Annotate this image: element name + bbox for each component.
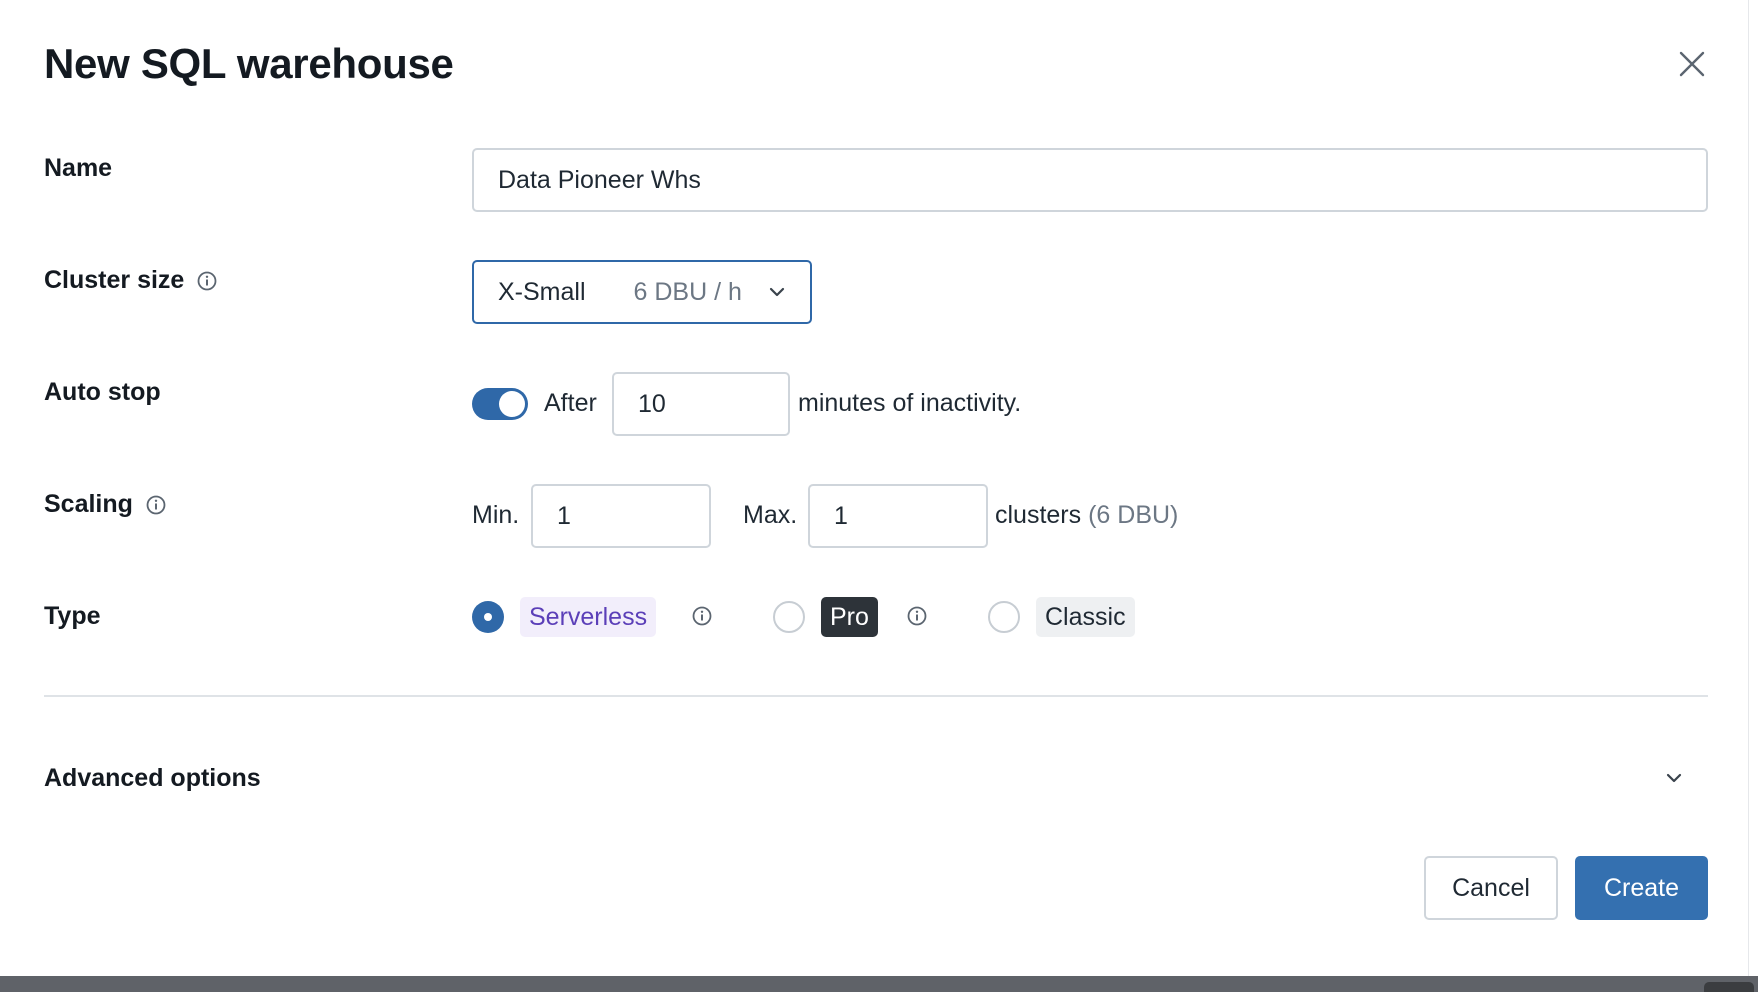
type-label-text: Type [44, 602, 101, 630]
toggle-knob [499, 391, 525, 417]
new-sql-warehouse-dialog: New SQL warehouse Name Cluster size X-Sm… [0, 0, 1749, 976]
cluster-size-label: Cluster size [44, 266, 218, 295]
info-icon[interactable] [145, 494, 167, 516]
name-input[interactable] [472, 148, 1708, 212]
info-icon[interactable] [691, 605, 713, 627]
scaling-suffix: clusters (6 DBU) [995, 501, 1178, 530]
scaling-max-input[interactable] [808, 484, 988, 548]
advanced-options-label: Advanced options [44, 763, 261, 792]
info-icon[interactable] [906, 605, 928, 627]
scaling-max-label: Max. [743, 501, 798, 529]
name-label: Name [44, 154, 112, 183]
advanced-options-toggle[interactable]: Advanced options [44, 760, 1684, 796]
cluster-size-value: X-Small [498, 277, 586, 306]
type-classic-label: Classic [1045, 602, 1126, 631]
scaling-min-label: Min. [472, 501, 520, 529]
auto-stop-suffix: minutes of inactivity. [798, 389, 1022, 417]
type-radio-pro[interactable] [773, 601, 805, 633]
type-tag-classic[interactable]: Classic [1036, 597, 1135, 637]
scaling-label-text: Scaling [44, 490, 133, 518]
type-radio-classic[interactable] [988, 601, 1020, 633]
close-button[interactable] [1672, 44, 1712, 84]
create-button[interactable]: Create [1575, 856, 1708, 920]
type-label: Type [44, 602, 101, 631]
type-radio-serverless[interactable] [472, 601, 504, 633]
scaling-min-input[interactable] [531, 484, 711, 548]
chevron-down-icon [768, 283, 786, 301]
scaling-suffix-text: clusters [995, 501, 1082, 529]
scaling-label: Scaling [44, 490, 167, 519]
background-window-edge [0, 976, 1758, 992]
auto-stop-prefix: After [544, 389, 597, 417]
window-handle [1704, 982, 1754, 992]
scaling-dbu: (6 DBU) [1088, 501, 1179, 529]
auto-stop-label: Auto stop [44, 378, 161, 407]
type-pro-label: Pro [830, 602, 869, 631]
close-icon [1679, 51, 1705, 77]
cluster-size-select[interactable]: X-Small 6 DBU / h [472, 260, 812, 324]
chevron-down-icon [1664, 768, 1684, 788]
auto-stop-minutes-input[interactable] [612, 372, 790, 436]
type-serverless-label: Serverless [529, 602, 648, 631]
name-label-text: Name [44, 154, 113, 182]
type-tag-serverless[interactable]: Serverless [520, 597, 657, 637]
type-tag-pro[interactable]: Pro [821, 597, 878, 637]
cluster-size-dbu: 6 DBU / h [633, 277, 742, 306]
cancel-button[interactable]: Cancel [1424, 856, 1558, 920]
info-icon[interactable] [196, 270, 218, 292]
dialog-title: New SQL warehouse [44, 40, 454, 87]
auto-stop-toggle[interactable] [472, 388, 528, 420]
divider [44, 695, 1708, 697]
cluster-size-label-text: Cluster size [44, 266, 185, 294]
auto-stop-label-text: Auto stop [44, 378, 161, 406]
